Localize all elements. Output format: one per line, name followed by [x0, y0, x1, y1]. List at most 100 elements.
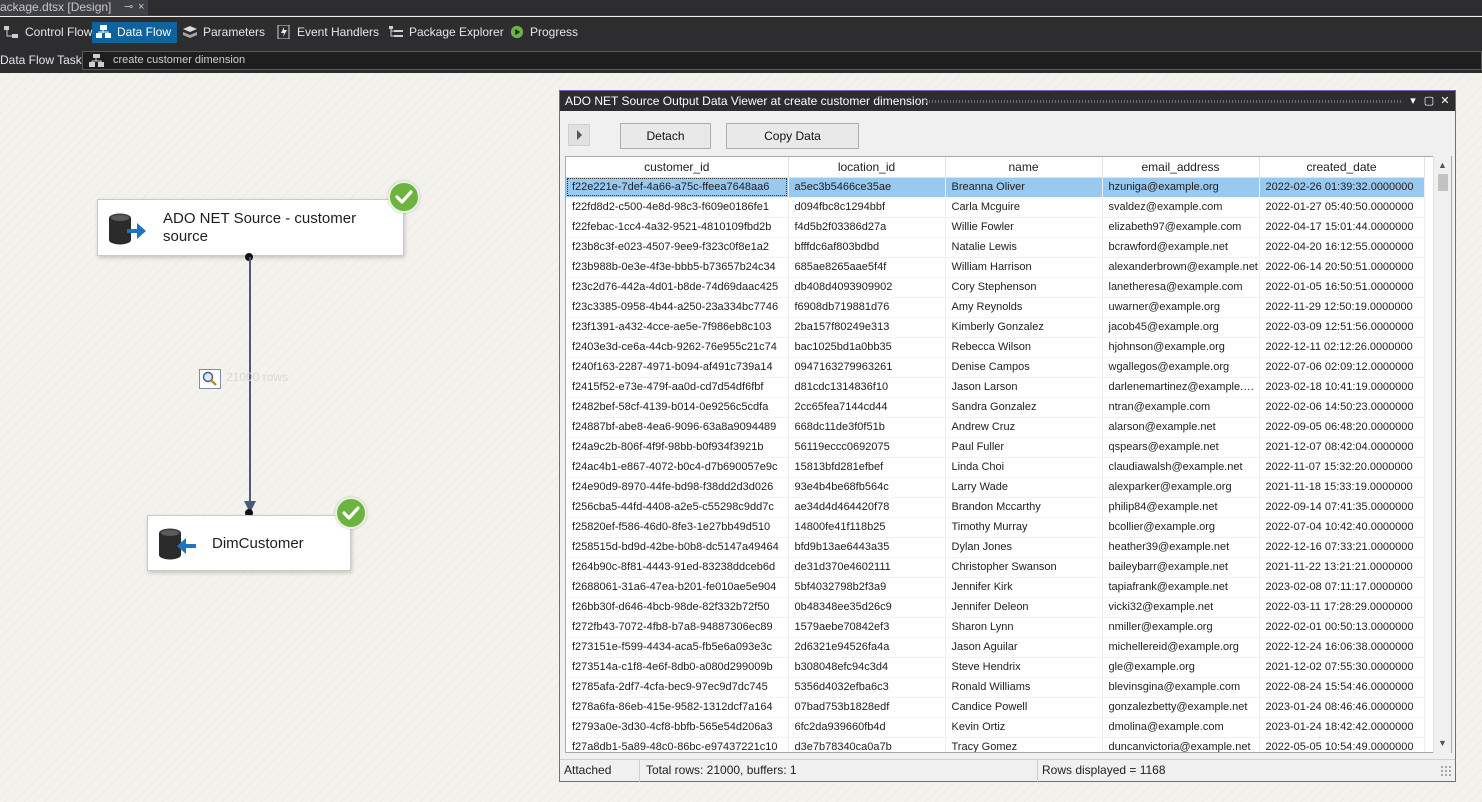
tab-event-handlers[interactable]: Event Handlers [272, 22, 385, 43]
table-cell[interactable]: 685ae8265aae5f4f [788, 257, 946, 278]
data-flow-task-dropdown[interactable]: create customer dimension [82, 51, 1482, 70]
table-cell[interactable]: 2022-01-27 05:40:50.0000000 [1259, 197, 1425, 218]
table-cell[interactable]: 2022-06-14 20:50:51.0000000 [1259, 257, 1425, 278]
table-cell[interactable]: duncanvictoria@example.net [1102, 737, 1260, 752]
table-row[interactable]: f272fb43-7072-4fb8-b7a8-94887306ec89 1579… [566, 617, 1425, 638]
table-cell[interactable]: 2023-02-18 10:41:19.0000000 [1259, 377, 1425, 398]
table-cell[interactable]: f27a8db1-5a89-48c0-86bc-e97437221c10 [566, 737, 789, 752]
table-cell[interactable]: f22e221e-7def-4a66-a75c-ffeea7648aa6 [566, 177, 789, 198]
table-cell[interactable]: 14800fe41f118b25 [788, 517, 946, 538]
table-row[interactable]: f264b90c-8f81-4443-91ed-83238ddceb6d de31… [566, 557, 1425, 578]
table-cell[interactable]: Carla Mcguire [945, 197, 1103, 218]
table-row[interactable]: f23b988b-0e3e-4f3e-bbb5-b73657b24c34 685a… [566, 257, 1425, 278]
table-cell[interactable]: f256cba5-44fd-4408-a2e5-c55298c9dd7c [566, 497, 789, 518]
tab-data-flow[interactable]: Data Flow [92, 22, 178, 43]
table-cell[interactable]: 2022-12-24 16:06:38.0000000 [1259, 637, 1425, 658]
table-row[interactable]: f2403e3d-ce6a-44cb-9262-76e955c21c74 bac1… [566, 337, 1425, 358]
table-cell[interactable]: bcrawford@example.net [1102, 237, 1260, 258]
table-row[interactable]: f25820ef-f586-46d0-8fe3-1e27bb49d510 1480… [566, 517, 1425, 538]
table-row[interactable]: f278a6fa-86eb-415e-9582-1312dcf7a164 07ba… [566, 697, 1425, 718]
table-cell[interactable]: Rebecca Wilson [945, 337, 1103, 358]
column-header-location-id[interactable]: location_id [788, 157, 946, 178]
table-cell[interactable]: 2cc65fea7144cd44 [788, 397, 946, 418]
table-cell[interactable]: 2ba157f80249e313 [788, 317, 946, 338]
tab-parameters[interactable]: Parameters [178, 22, 271, 43]
column-header-created-date[interactable]: created_date [1259, 157, 1425, 178]
table-cell[interactable]: jacob45@example.org [1102, 317, 1260, 338]
table-row[interactable]: f2688061-31a6-47ea-b201-fe010ae5e904 5bf4… [566, 577, 1425, 598]
close-icon[interactable]: × [138, 0, 144, 15]
table-row[interactable]: f22e221e-7def-4a66-a75c-ffeea7648aa6 a5ec… [566, 177, 1425, 198]
table-cell[interactable]: 2022-01-05 16:50:51.0000000 [1259, 277, 1425, 298]
table-cell[interactable]: f273151e-f599-4434-aca5-fb5e6a093e3c [566, 637, 789, 658]
table-cell[interactable]: darlenemartinez@example.com [1102, 377, 1260, 398]
table-row[interactable]: f24ac4b1-e867-4072-b0c4-d7b690057e9c 1581… [566, 457, 1425, 478]
table-cell[interactable]: f273514a-c1f8-4e6f-8db0-a080d299009b [566, 657, 789, 678]
table-cell[interactable]: 2d6321e94526fa4a [788, 637, 946, 658]
table-cell[interactable]: 2022-02-01 00:50:13.0000000 [1259, 617, 1425, 638]
table-cell[interactable]: f24a9c2b-806f-4f9f-98bb-b0f934f3921b [566, 437, 789, 458]
table-cell[interactable]: f2403e3d-ce6a-44cb-9262-76e955c21c74 [566, 337, 789, 358]
table-cell[interactable]: f23b8c3f-e023-4507-9ee9-f323c0f8e1a2 [566, 237, 789, 258]
table-cell[interactable]: Ronald Williams [945, 677, 1103, 698]
table-cell[interactable]: svaldez@example.com [1102, 197, 1260, 218]
table-row[interactable]: f240f163-2287-4971-b094-af491c739a14 0947… [566, 357, 1425, 378]
expand-panel-button[interactable] [568, 124, 590, 146]
detach-button[interactable]: Detach [620, 123, 711, 149]
table-cell[interactable]: bac1025bd1a0bb35 [788, 337, 946, 358]
table-row[interactable]: f24887bf-abe8-4ea6-9096-63a8a9094489 668d… [566, 417, 1425, 438]
table-cell[interactable]: Willie Fowler [945, 217, 1103, 238]
table-cell[interactable]: Dylan Jones [945, 537, 1103, 558]
table-row[interactable]: f22febac-1cc4-4a32-9521-4810109fbd2b f4d5… [566, 217, 1425, 238]
table-cell[interactable]: 5bf4032798b2f3a9 [788, 577, 946, 598]
table-cell[interactable]: Candice Powell [945, 697, 1103, 718]
table-cell[interactable]: 6fc2da939660fb4d [788, 717, 946, 738]
table-cell[interactable]: 2022-09-05 06:48:20.0000000 [1259, 417, 1425, 438]
column-header-customer-id[interactable]: customer_id [566, 157, 789, 178]
table-row[interactable]: f23c3385-0958-4b44-a250-23a334bc7746 f690… [566, 297, 1425, 318]
table-row[interactable]: f256cba5-44fd-4408-a2e5-c55298c9dd7c ae34… [566, 497, 1425, 518]
table-cell[interactable]: 2021-12-07 08:42:04.0000000 [1259, 437, 1425, 458]
table-cell[interactable]: bfffdc6af803bdbd [788, 237, 946, 258]
table-cell[interactable]: 2022-04-20 16:12:55.0000000 [1259, 237, 1425, 258]
table-cell[interactable]: Andrew Cruz [945, 417, 1103, 438]
table-cell[interactable]: Linda Choi [945, 457, 1103, 478]
table-cell[interactable]: f23b988b-0e3e-4f3e-bbb5-b73657b24c34 [566, 257, 789, 278]
table-cell[interactable]: elizabeth97@example.com [1102, 217, 1260, 238]
column-header-email-address[interactable]: email_address [1102, 157, 1260, 178]
table-cell[interactable]: 2022-11-29 12:50:19.0000000 [1259, 297, 1425, 318]
table-row[interactable]: f23c2d76-442a-4d01-b8de-74d69daac425 db40… [566, 277, 1425, 298]
scroll-up-icon[interactable]: ▲ [1438, 160, 1447, 170]
data-viewer-magnifier-icon[interactable] [199, 369, 221, 389]
maximize-icon[interactable]: ▢ [1422, 91, 1436, 111]
scrollbar-thumb[interactable] [1438, 174, 1448, 191]
dim-customer-destination-component[interactable]: DimCustomer [147, 515, 351, 571]
table-cell[interactable]: michellereid@example.org [1102, 637, 1260, 658]
table-cell[interactable]: f24e90d9-8970-44fe-bd98-f38dd2d3d026 [566, 477, 789, 498]
table-cell[interactable]: f6908db719881d76 [788, 297, 946, 318]
table-cell[interactable]: alarson@example.net [1102, 417, 1260, 438]
table-row[interactable]: f27a8db1-5a89-48c0-86bc-e97437221c10 d3e7… [566, 737, 1425, 752]
table-cell[interactable]: d81cdc1314836f10 [788, 377, 946, 398]
table-cell[interactable]: Jason Larson [945, 377, 1103, 398]
table-cell[interactable]: f2688061-31a6-47ea-b201-fe010ae5e904 [566, 577, 789, 598]
table-cell[interactable]: Kimberly Gonzalez [945, 317, 1103, 338]
table-cell[interactable]: Paul Fuller [945, 437, 1103, 458]
table-cell[interactable]: baileybarr@example.net [1102, 557, 1260, 578]
table-row[interactable]: f26bb30f-d646-4bcb-98de-82f332b72f50 0b48… [566, 597, 1425, 618]
table-cell[interactable]: Jason Aguilar [945, 637, 1103, 658]
table-cell[interactable]: Jennifer Deleon [945, 597, 1103, 618]
close-window-icon[interactable]: ✕ [1438, 91, 1452, 111]
table-cell[interactable]: claudiawalsh@example.net [1102, 457, 1260, 478]
table-cell[interactable]: Brandon Mccarthy [945, 497, 1103, 518]
table-cell[interactable]: 2022-03-09 12:51:56.0000000 [1259, 317, 1425, 338]
table-cell[interactable]: lanetheresa@example.com [1102, 277, 1260, 298]
table-cell[interactable]: alexparker@example.org [1102, 477, 1260, 498]
table-cell[interactable]: qspears@example.net [1102, 437, 1260, 458]
table-cell[interactable]: db408d4093909902 [788, 277, 946, 298]
data-viewer-title-bar[interactable]: ADO NET Source Output Data Viewer at cre… [560, 91, 1455, 111]
table-row[interactable]: f24a9c2b-806f-4f9f-98bb-b0f934f3921b 5611… [566, 437, 1425, 458]
table-row[interactable]: f22fd8d2-c500-4e8d-98c3-f609e0186fe1 d094… [566, 197, 1425, 218]
table-cell[interactable]: 56119eccc0692075 [788, 437, 946, 458]
table-cell[interactable]: nmiller@example.org [1102, 617, 1260, 638]
